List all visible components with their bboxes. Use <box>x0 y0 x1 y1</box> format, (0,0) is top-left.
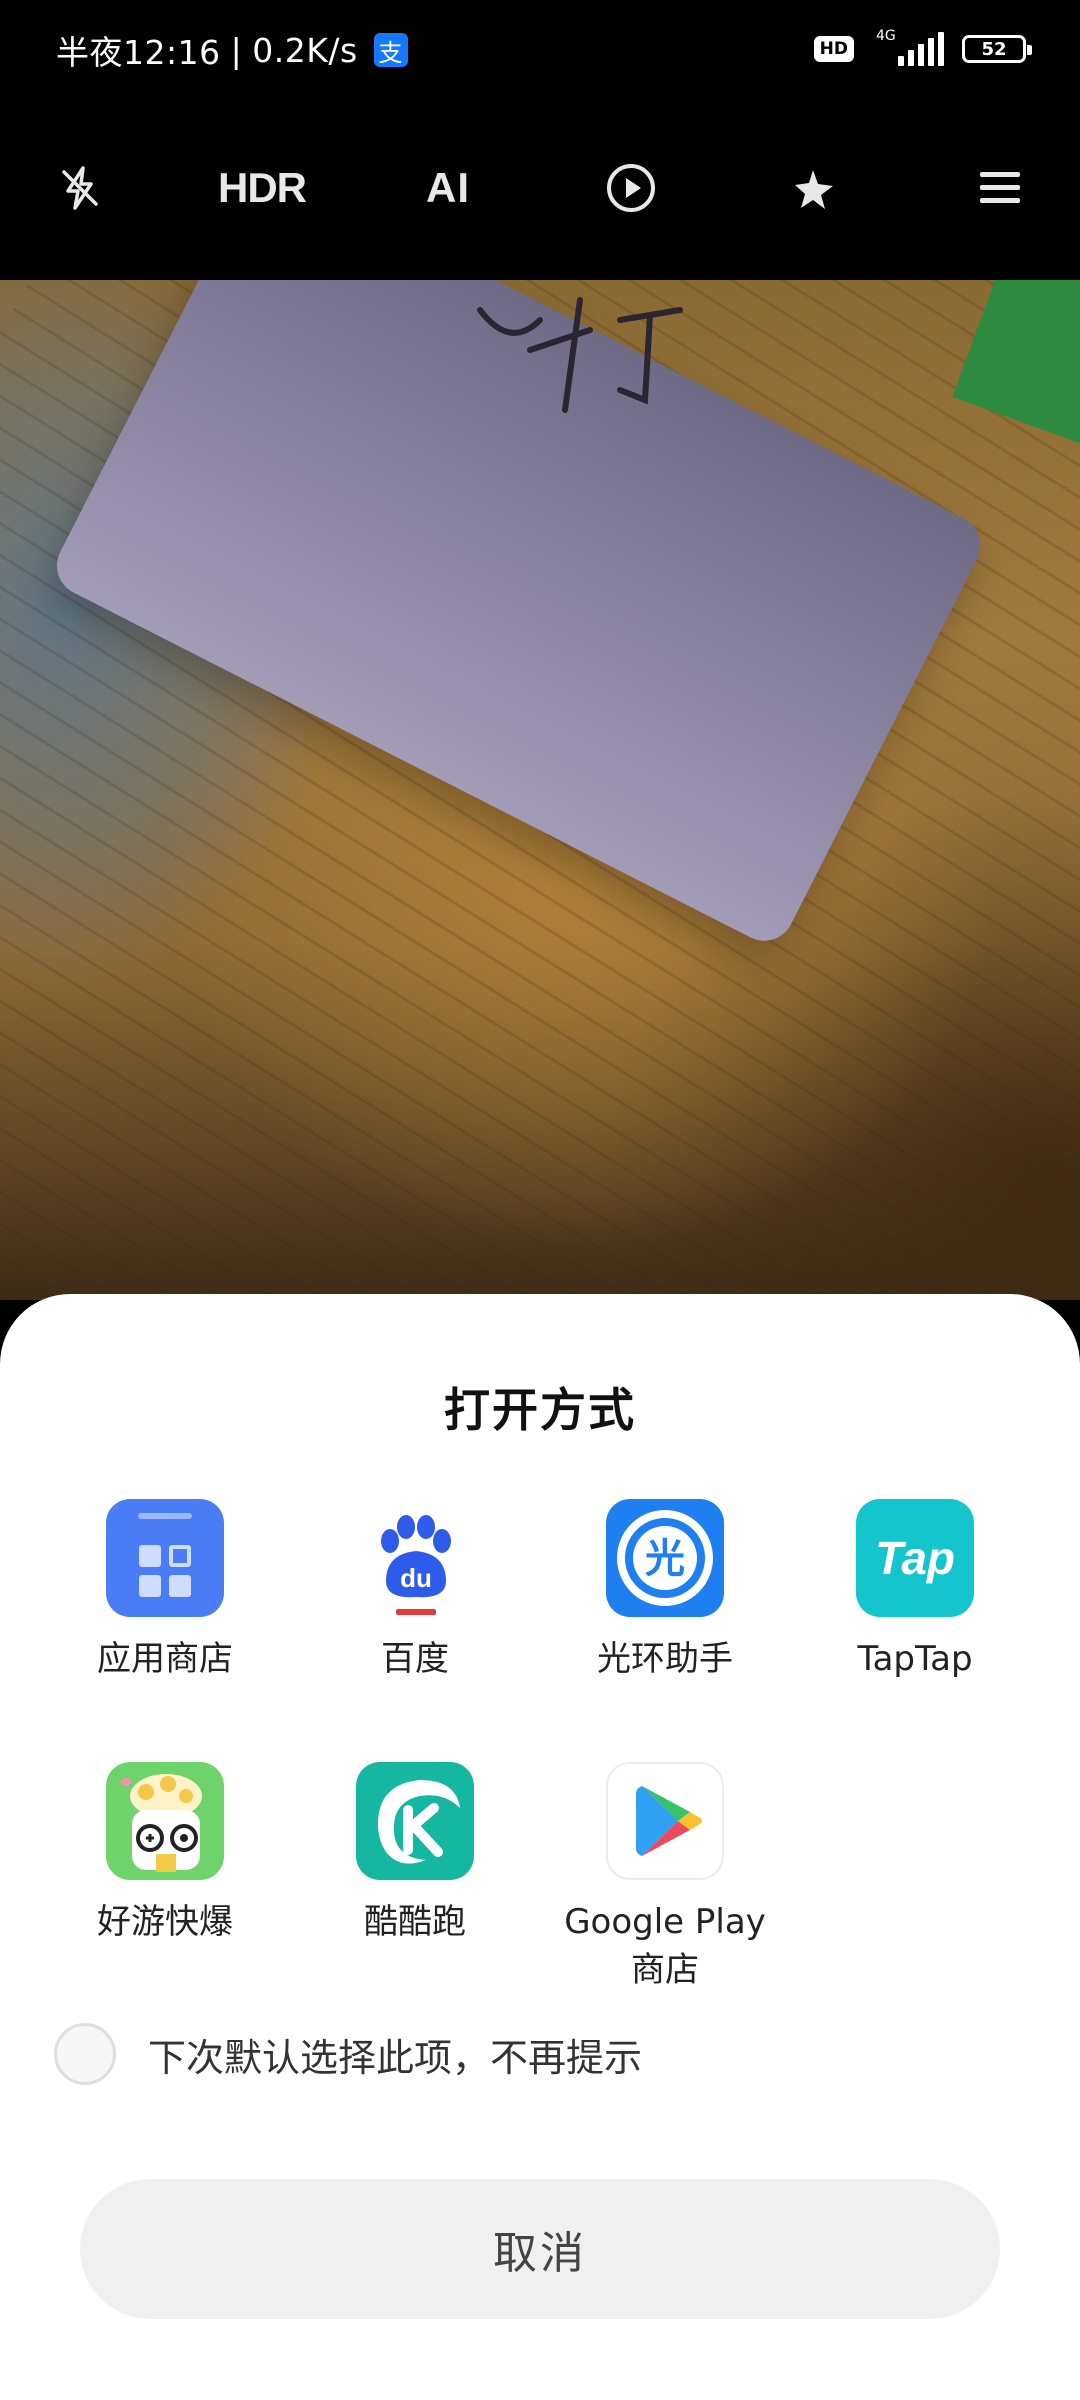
app-option-haoyou-kuaibao[interactable]: 好游快爆 <box>40 1762 290 1946</box>
live-photo-icon[interactable] <box>581 138 681 238</box>
taptap-icon-text: Tap <box>874 1532 956 1584</box>
baidu-icon: du <box>356 1499 474 1617</box>
app-option-taptap[interactable]: Tap TapTap <box>790 1499 1040 1683</box>
app-option-guanghuan[interactable]: 光 光环助手 <box>540 1499 790 1683</box>
camera-toolbar: HDR AI <box>0 98 1080 280</box>
hdr-label: HDR <box>218 164 307 211</box>
remember-choice-row[interactable]: 下次默认选择此项，不再提示 <box>54 2022 642 2086</box>
app-label: 好游快爆 <box>97 1902 233 1942</box>
app-label-line2: 商店 <box>631 1950 699 1990</box>
app-label: 应用商店 <box>97 1639 233 1679</box>
haoyou-kuaibao-icon <box>106 1762 224 1880</box>
guanghuan-icon: 光 <box>606 1499 724 1617</box>
google-play-icon <box>606 1762 724 1880</box>
open-with-sheet: 打开方式 应用商店 du 百度 光 光环助手 Tap TapTap 好游快爆 酷… <box>0 1294 1080 2400</box>
svg-text:光: 光 <box>645 1536 685 1582</box>
signal-icon: 4G <box>872 28 944 70</box>
app-store-icon <box>106 1499 224 1617</box>
handwriting-mark <box>477 297 683 413</box>
ai-button[interactable]: AI <box>398 138 498 238</box>
app-label: 酷酷跑 <box>364 1902 466 1942</box>
camera-viewfinder[interactable] <box>0 280 1080 1300</box>
taptap-icon: Tap <box>856 1499 974 1617</box>
app-label-line1: Google Play <box>564 1902 766 1942</box>
ai-label: AI <box>426 164 470 211</box>
alipay-icon: 支 <box>373 33 408 67</box>
sheet-title: 打开方式 <box>444 1383 636 1437</box>
status-right: HD 4G 52 <box>813 26 1032 72</box>
beauty-icon[interactable] <box>765 138 865 238</box>
kukupao-icon <box>356 1762 474 1880</box>
hd-icon: HD <box>813 36 854 62</box>
remember-choice-checkbox[interactable] <box>54 2023 116 2085</box>
network-speed: 0.2K/s <box>252 30 358 70</box>
flash-off-icon[interactable] <box>30 138 130 238</box>
status-separator: | <box>230 30 243 70</box>
app-label: 百度 <box>381 1639 449 1679</box>
app-option-app-store[interactable]: 应用商店 <box>40 1499 290 1683</box>
cancel-button[interactable]: 取消 <box>80 2179 1000 2319</box>
hdr-button[interactable]: HDR <box>212 138 312 238</box>
clock: 半夜12:16 <box>56 33 221 72</box>
status-bar: 半夜12:16 | 0.2K/s 支 HD 4G 52 <box>0 0 1080 98</box>
battery-icon: 52 <box>962 35 1032 63</box>
app-label: TapTap <box>857 1639 973 1679</box>
remember-choice-label: 下次默认选择此项，不再提示 <box>148 2035 643 2080</box>
app-option-baidu[interactable]: du 百度 <box>290 1499 540 1683</box>
menu-icon[interactable] <box>950 138 1050 238</box>
battery-level: 52 <box>981 38 1007 60</box>
status-left: 半夜12:16 | 0.2K/s 支 <box>56 24 408 76</box>
app-label: 光环助手 <box>597 1639 733 1679</box>
svg-text:du: du <box>400 1563 432 1593</box>
app-option-google-play[interactable]: Google Play 商店 <box>540 1762 790 1994</box>
app-option-kukupao[interactable]: 酷酷跑 <box>290 1762 540 1946</box>
network-type: 4G <box>876 28 896 44</box>
app-label: Google Play 商店 <box>540 1898 790 1994</box>
